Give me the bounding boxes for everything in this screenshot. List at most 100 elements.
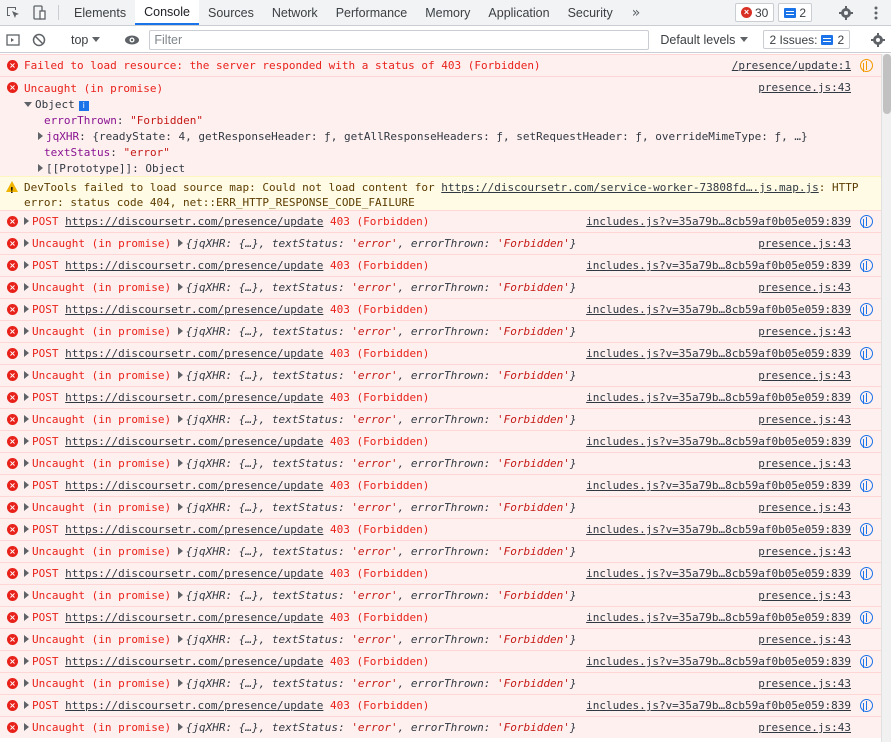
expand-triangle-icon[interactable] — [24, 569, 29, 577]
scrollbar-thumb[interactable] — [883, 54, 891, 114]
context-selector[interactable]: top — [65, 33, 106, 47]
expand-triangle-icon[interactable] — [24, 657, 29, 665]
jqxhr-toggle[interactable]: jqXHR: {readyState: 4, getResponseHeader… — [24, 129, 881, 145]
source-link[interactable]: includes.js?v=35a79b…8cb59af0b05e059:839 — [586, 523, 851, 536]
tab-performance[interactable]: Performance — [327, 0, 417, 25]
expand-triangle-icon[interactable] — [24, 613, 29, 621]
network-request-icon[interactable] — [860, 523, 873, 536]
object-toggle[interactable]: Object i — [24, 97, 881, 113]
source-link[interactable]: includes.js?v=35a79b…8cb59af0b05e059:839 — [586, 699, 851, 712]
info-icon[interactable]: i — [78, 101, 89, 111]
promise-object[interactable]: {jqXHR: {…}, textStatus: 'error', errorT… — [186, 413, 577, 426]
source-link[interactable]: includes.js?v=35a79b…8cb59af0b05e059:839 — [586, 479, 851, 492]
warning-url-link[interactable]: https://discoursetr.com/service-worker-7… — [441, 181, 819, 194]
expand-triangle-icon[interactable] — [24, 261, 29, 269]
source-link[interactable]: /presence/update:1 — [732, 59, 851, 72]
inspect-element-icon[interactable] — [0, 0, 26, 25]
network-request-icon[interactable] — [860, 699, 873, 712]
expand-triangle-icon[interactable] — [24, 525, 29, 533]
post-url-link[interactable]: https://discoursetr.com/presence/update — [65, 567, 323, 580]
expand-triangle-icon[interactable] — [24, 503, 29, 511]
expand-triangle-icon[interactable] — [24, 305, 29, 313]
console-scrollbar[interactable] — [881, 54, 891, 742]
network-request-icon[interactable] — [860, 347, 873, 360]
post-url-link[interactable]: https://discoursetr.com/presence/update — [65, 655, 323, 668]
expand-triangle-icon[interactable] — [24, 327, 29, 335]
expand-triangle-icon[interactable] — [24, 283, 29, 291]
source-link[interactable]: presence.js:43 — [758, 589, 851, 602]
log-levels-dropdown[interactable]: Default levels — [655, 33, 753, 47]
network-request-icon[interactable] — [860, 303, 873, 316]
network-request-icon[interactable] — [860, 391, 873, 404]
network-request-icon[interactable] — [860, 59, 873, 72]
promise-object[interactable]: {jqXHR: {…}, textStatus: 'error', errorT… — [186, 325, 577, 338]
error-count-badge[interactable]: × 30 — [734, 3, 775, 22]
tab-console[interactable]: Console — [135, 0, 199, 25]
network-request-icon[interactable] — [860, 567, 873, 580]
source-link[interactable]: includes.js?v=35a79b…8cb59af0b05e059:839 — [586, 347, 851, 360]
source-link[interactable]: includes.js?v=35a79b…8cb59af0b05e059:839 — [586, 391, 851, 404]
expand-triangle-icon[interactable] — [177, 547, 183, 555]
promise-object[interactable]: {jqXHR: {…}, textStatus: 'error', errorT… — [186, 281, 577, 294]
promise-object[interactable]: {jqXHR: {…}, textStatus: 'error', errorT… — [186, 501, 577, 514]
expand-triangle-icon[interactable] — [177, 635, 183, 643]
promise-object[interactable]: {jqXHR: {…}, textStatus: 'error', errorT… — [186, 633, 577, 646]
live-expression-eye-icon[interactable] — [119, 32, 145, 48]
expand-triangle-icon[interactable] — [24, 701, 29, 709]
source-link[interactable]: presence.js:43 — [758, 413, 851, 426]
source-link[interactable]: presence.js:43 — [758, 545, 851, 558]
tab-memory[interactable]: Memory — [416, 0, 479, 25]
expand-triangle-icon[interactable] — [177, 679, 183, 687]
post-url-link[interactable]: https://discoursetr.com/presence/update — [65, 699, 323, 712]
promise-object[interactable]: {jqXHR: {…}, textStatus: 'error', errorT… — [186, 545, 577, 558]
network-request-icon[interactable] — [860, 611, 873, 624]
expand-triangle-icon[interactable] — [24, 459, 29, 467]
expand-triangle-icon[interactable] — [177, 283, 183, 291]
expand-triangle-icon[interactable] — [177, 723, 183, 731]
promise-object[interactable]: {jqXHR: {…}, textStatus: 'error', errorT… — [186, 457, 577, 470]
issues-button[interactable]: 2 Issues: 2 — [763, 30, 851, 49]
expand-triangle-icon[interactable] — [24, 481, 29, 489]
promise-object[interactable]: {jqXHR: {…}, textStatus: 'error', errorT… — [186, 369, 577, 382]
source-link[interactable]: presence.js:43 — [758, 325, 851, 338]
device-toolbar-icon[interactable] — [26, 0, 52, 25]
expand-triangle-icon[interactable] — [177, 239, 183, 247]
post-url-link[interactable]: https://discoursetr.com/presence/update — [65, 347, 323, 360]
kebab-menu-icon[interactable] — [863, 0, 889, 26]
expand-triangle-icon[interactable] — [24, 591, 29, 599]
post-url-link[interactable]: https://discoursetr.com/presence/update — [65, 435, 323, 448]
source-link[interactable]: includes.js?v=35a79b…8cb59af0b05e059:839 — [586, 655, 851, 668]
source-link[interactable]: presence.js:43 — [758, 237, 851, 250]
expand-triangle-icon[interactable] — [24, 679, 29, 687]
expand-triangle-icon[interactable] — [177, 459, 183, 467]
post-url-link[interactable]: https://discoursetr.com/presence/update — [65, 523, 323, 536]
source-link[interactable]: presence.js:43 — [758, 501, 851, 514]
tab-elements[interactable]: Elements — [65, 0, 135, 25]
sidebar-toggle-icon[interactable] — [0, 32, 26, 48]
source-link[interactable]: presence.js:43 — [758, 457, 851, 470]
expand-triangle-icon[interactable] — [177, 327, 183, 335]
source-link[interactable]: presence.js:43 — [758, 369, 851, 382]
post-url-link[interactable]: https://discoursetr.com/presence/update — [65, 259, 323, 272]
tab-network[interactable]: Network — [263, 0, 327, 25]
expand-triangle-icon[interactable] — [24, 635, 29, 643]
source-link[interactable]: includes.js?v=35a79b…8cb59af0b05e059:839 — [586, 303, 851, 316]
post-url-link[interactable]: https://discoursetr.com/presence/update — [65, 611, 323, 624]
console-settings-gear-icon[interactable] — [865, 27, 891, 53]
network-request-icon[interactable] — [860, 259, 873, 272]
source-link[interactable]: presence.js:43 — [758, 677, 851, 690]
expand-triangle-icon[interactable] — [24, 723, 29, 731]
source-link[interactable]: presence.js:43 — [758, 633, 851, 646]
expand-triangle-icon[interactable] — [177, 503, 183, 511]
expand-triangle-icon[interactable] — [24, 547, 29, 555]
source-link[interactable]: includes.js?v=35a79b…8cb59af0b05e059:839 — [586, 435, 851, 448]
source-link[interactable]: includes.js?v=35a79b…8cb59af0b05e059:839 — [586, 567, 851, 580]
post-url-link[interactable]: https://discoursetr.com/presence/update — [65, 391, 323, 404]
expand-triangle-icon[interactable] — [24, 415, 29, 423]
message-count-badge[interactable]: 2 — [778, 3, 812, 22]
expand-triangle-icon[interactable] — [24, 437, 29, 445]
source-link[interactable]: presence.js:43 — [758, 81, 851, 94]
expand-triangle-icon[interactable] — [24, 393, 29, 401]
clear-console-icon[interactable] — [26, 32, 52, 48]
network-request-icon[interactable] — [860, 435, 873, 448]
